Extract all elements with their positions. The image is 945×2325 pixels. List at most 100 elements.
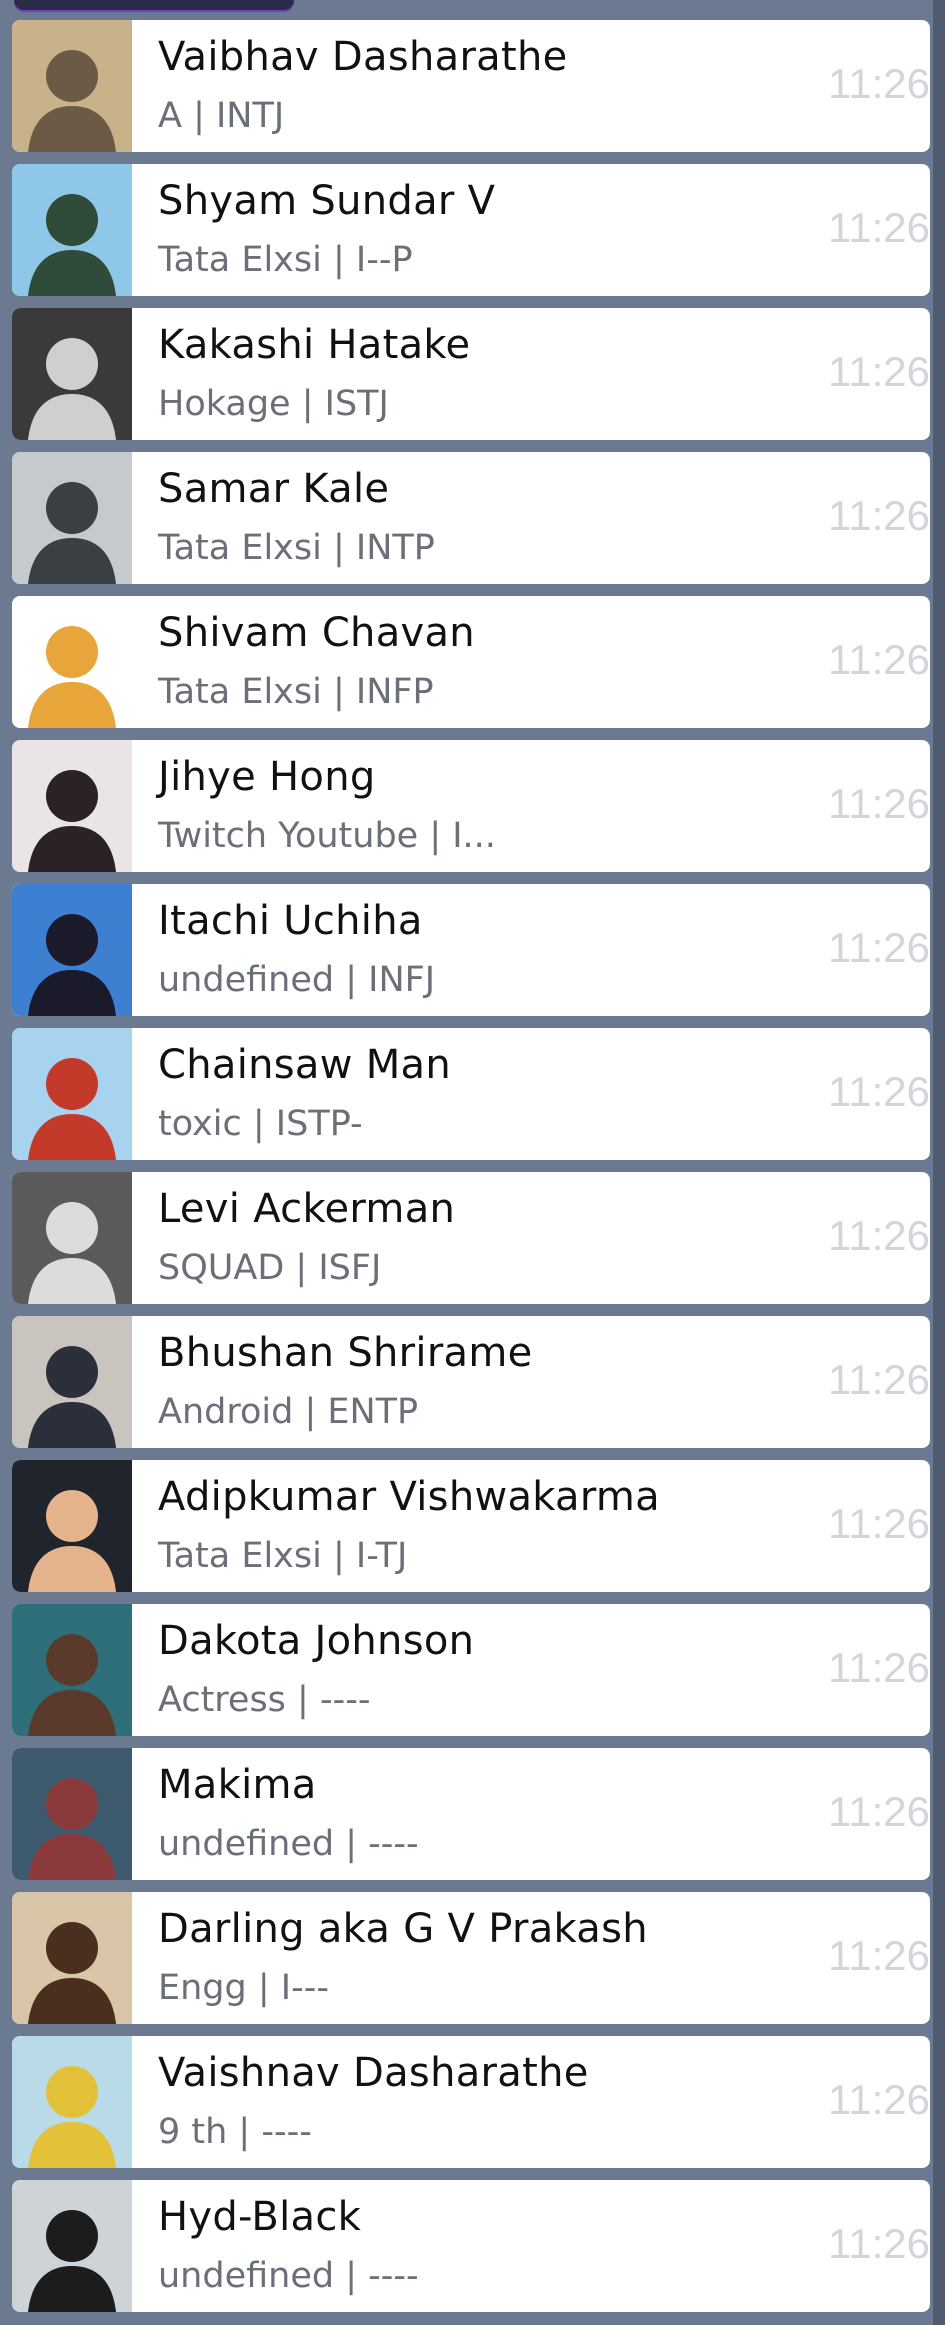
avatar-head (46, 1634, 98, 1686)
avatar-image-icon (12, 452, 132, 584)
contact-time: 11:26 (828, 1932, 930, 1979)
avatar-head (46, 50, 98, 102)
contact-text: Shivam Chavan Tata Elxsi | INFP (132, 596, 930, 728)
contact-row[interactable]: Shyam Sundar V Tata Elxsi | I--P 11:26 (12, 164, 930, 296)
contact-row[interactable]: Shivam Chavan Tata Elxsi | INFP 11:26 (12, 596, 930, 728)
contact-row[interactable]: Samar Kale Tata Elxsi | INTP 11:26 (12, 452, 930, 584)
contact-avatar (12, 2180, 132, 2312)
contact-row[interactable]: Levi Ackerman SQUAD | ISFJ 11:26 (12, 1172, 930, 1304)
contact-time: 11:26 (828, 780, 930, 827)
contact-status: toxic | ISTP- (158, 1104, 363, 1144)
contact-list: Vaibhav Dasharathe A | INTJ 11:26 Shyam Sun… (12, 20, 930, 2324)
contact-name: Makima (158, 1762, 317, 1808)
contact-time: 11:26 (828, 492, 930, 539)
contact-name: Dakota Johnson (158, 1618, 475, 1664)
contact-row[interactable]: Chainsaw Man toxic | ISTP- 11:26 (12, 1028, 930, 1160)
contact-row[interactable]: Vaibhav Dasharathe A | INTJ 11:26 (12, 20, 930, 152)
contact-avatar (12, 1028, 132, 1160)
contact-time: 11:26 (828, 204, 930, 251)
contact-text: Chainsaw Man toxic | ISTP- (132, 1028, 930, 1160)
avatar-image-icon (12, 1028, 132, 1160)
contact-name: Jihye Hong (158, 754, 376, 800)
contact-avatar (12, 1892, 132, 2024)
contact-avatar (12, 1460, 132, 1592)
contact-avatar (12, 1604, 132, 1736)
contact-time: 11:26 (828, 1212, 930, 1259)
contact-text: Samar Kale Tata Elxsi | INTP (132, 452, 930, 584)
contact-status: Twitch Youtube | I... (158, 816, 496, 856)
contact-row[interactable]: Bhushan Shrirame Android | ENTP 11:26 (12, 1316, 930, 1448)
contact-avatar (12, 1748, 132, 1880)
contact-time: 11:26 (828, 348, 930, 395)
contact-avatar (12, 20, 132, 152)
avatar-head (46, 194, 98, 246)
avatar-head (46, 626, 98, 678)
contact-avatar (12, 308, 132, 440)
contact-text: Shyam Sundar V Tata Elxsi | I--P (132, 164, 930, 296)
avatar-image-icon (12, 308, 132, 440)
contact-name: Darling aka G V Prakash (158, 1906, 648, 1952)
contact-time: 11:26 (828, 2076, 930, 2123)
contact-status: Tata Elxsi | I--P (158, 240, 413, 280)
contact-name: Bhushan Shrirame (158, 1330, 533, 1376)
contact-time: 11:26 (828, 60, 930, 107)
contact-row[interactable]: Vaishnav Dasharathe 9 th | ---- 11:26 (12, 2036, 930, 2168)
contact-name: Samar Kale (158, 466, 390, 512)
contact-avatar (12, 164, 132, 296)
contact-name: Adipkumar Vishwakarma (158, 1474, 660, 1520)
avatar-image-icon (12, 2036, 132, 2168)
contact-avatar (12, 1316, 132, 1448)
contact-avatar (12, 1172, 132, 1304)
contact-status: Hokage | ISTJ (158, 384, 389, 424)
contact-name: Kakashi Hatake (158, 322, 471, 368)
contact-time: 11:26 (828, 1068, 930, 1115)
contact-status: Android | ENTP (158, 1392, 419, 1432)
avatar-image-icon (12, 596, 132, 728)
contact-row[interactable]: Dakota Johnson Actress | ---- 11:26 (12, 1604, 930, 1736)
contact-text: Dakota Johnson Actress | ---- (132, 1604, 930, 1736)
contact-text: Jihye Hong Twitch Youtube | I... (132, 740, 930, 872)
contact-name: Itachi Uchiha (158, 898, 423, 944)
contact-row[interactable]: Adipkumar Vishwakarma Tata Elxsi | I-TJ 11… (12, 1460, 930, 1592)
contact-row[interactable]: Itachi Uchiha undefined | INFJ 11:26 (12, 884, 930, 1016)
contact-status: undefined | ---- (158, 2256, 419, 2296)
contact-row[interactable]: Hyd-Black undefined | ---- 11:26 (12, 2180, 930, 2312)
avatar-image-icon (12, 1604, 132, 1736)
contact-status: Tata Elxsi | INFP (158, 672, 434, 712)
contact-row[interactable]: Jihye Hong Twitch Youtube | I... 11:26 (12, 740, 930, 872)
contact-row[interactable]: Darling aka G V Prakash Engg | I--- 11:26 (12, 1892, 930, 2024)
avatar-image-icon (12, 20, 132, 152)
contact-status: undefined | INFJ (158, 960, 436, 1000)
avatar-head (46, 2066, 98, 2118)
avatar-head (46, 1490, 98, 1542)
contact-name: Shyam Sundar V (158, 178, 496, 224)
contact-time: 11:26 (828, 924, 930, 971)
avatar-head (46, 1922, 98, 1974)
avatar-head (46, 1346, 98, 1398)
contact-status: undefined | ---- (158, 1824, 419, 1864)
contact-name: Chainsaw Man (158, 1042, 452, 1088)
contact-row[interactable]: Makima undefined | ---- 11:26 (12, 1748, 930, 1880)
contact-time: 11:26 (828, 1644, 930, 1691)
avatar-head (46, 770, 98, 822)
avatar-image-icon (12, 2180, 132, 2312)
contact-row[interactable]: Kakashi Hatake Hokage | ISTJ 11:26 (12, 308, 930, 440)
contact-name: Levi Ackerman (158, 1186, 456, 1232)
contact-text: Vaibhav Dasharathe A | INTJ (132, 20, 930, 152)
contact-time: 11:26 (828, 636, 930, 683)
avatar-image-icon (12, 1460, 132, 1592)
avatar-head (46, 2210, 98, 2262)
contact-name: Vaishnav Dasharathe (158, 2050, 589, 2096)
avatar-image-icon (12, 1316, 132, 1448)
avatar-head (46, 482, 98, 534)
contact-text: Bhushan Shrirame Android | ENTP (132, 1316, 930, 1448)
contact-status: Tata Elxsi | I-TJ (158, 1536, 408, 1576)
contact-text: Makima undefined | ---- (132, 1748, 930, 1880)
top-accent-bar (14, 0, 294, 10)
avatar-head (46, 1058, 98, 1110)
contact-text: Vaishnav Dasharathe 9 th | ---- (132, 2036, 930, 2168)
contact-text: Levi Ackerman SQUAD | ISFJ (132, 1172, 930, 1304)
contact-status: Tata Elxsi | INTP (158, 528, 435, 568)
contact-time: 11:26 (828, 1356, 930, 1403)
scrollbar-track[interactable] (933, 0, 945, 2325)
